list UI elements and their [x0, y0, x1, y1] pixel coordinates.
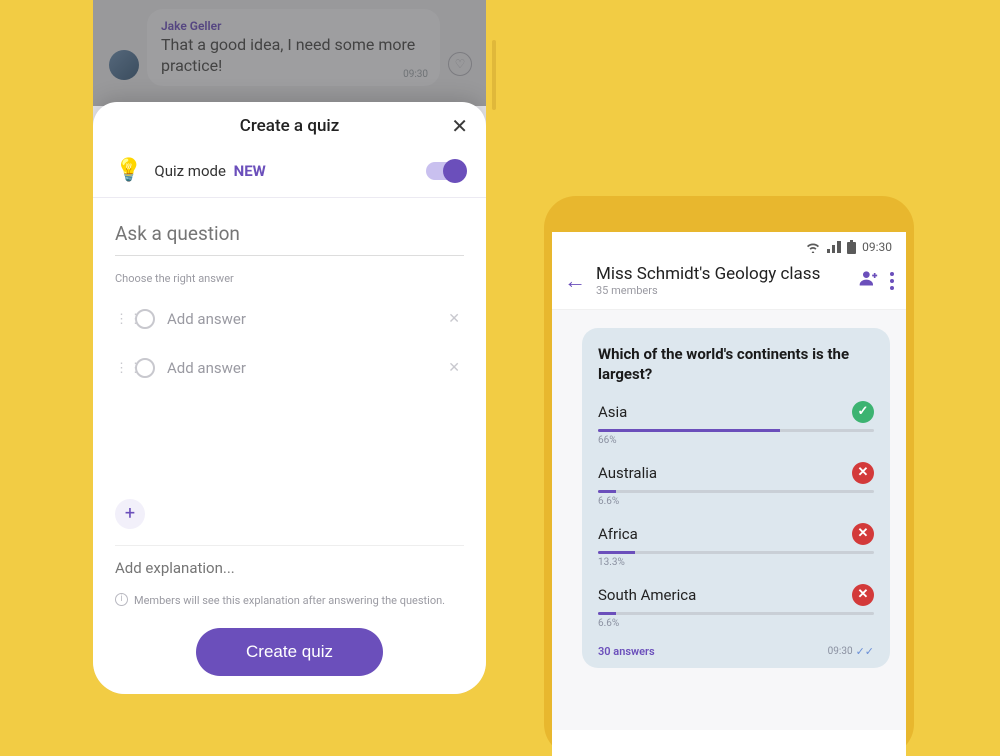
chat-title-block[interactable]: Miss Schmidt's Geology class 35 members	[596, 264, 848, 297]
explanation-section	[115, 545, 464, 577]
option-percent: 6.6%	[598, 618, 874, 629]
drag-handle-icon[interactable]: ⋮⋮	[115, 312, 127, 327]
question-input[interactable]	[115, 216, 464, 256]
phone-side-button	[492, 40, 496, 110]
battery-icon	[847, 240, 856, 254]
explanation-hint-text: Members will see this explanation after …	[134, 593, 445, 608]
phone-mockup-right: 09:30 ← Miss Schmidt's Geology class 35 …	[544, 196, 914, 756]
modal-header: Create a quiz ✕	[93, 102, 486, 148]
option-percent: 13.3%	[598, 557, 874, 568]
option-percent: 6.6%	[598, 496, 874, 507]
x-icon: ✕	[852, 523, 874, 545]
answer-row: ⋮⋮ Add answer ✕	[115, 344, 464, 393]
chat-body: Which of the world's continents is the l…	[552, 310, 906, 730]
chat-title: Miss Schmidt's Geology class	[596, 264, 848, 284]
option-bar	[598, 490, 874, 493]
choose-answer-hint: Choose the right answer	[115, 272, 464, 285]
option-label: Australia	[598, 464, 657, 482]
phone-screen-right: 09:30 ← Miss Schmidt's Geology class 35 …	[552, 232, 906, 756]
answer-input[interactable]: Add answer	[167, 310, 444, 328]
quiz-question-text: Which of the world's continents is the l…	[598, 344, 874, 385]
toggle-knob	[443, 159, 467, 183]
status-time: 09:30	[862, 240, 892, 254]
remove-answer-icon[interactable]: ✕	[444, 307, 464, 331]
modal-body: Choose the right answer ⋮⋮ Add answer ✕ …	[93, 198, 486, 485]
read-receipt-icon: ✓✓	[856, 645, 874, 658]
quiz-option[interactable]: Africa ✕ 13.3%	[598, 523, 874, 568]
quiz-option[interactable]: Asia ✓ 66%	[598, 401, 874, 446]
x-icon: ✕	[852, 462, 874, 484]
more-options-icon[interactable]	[890, 272, 894, 290]
option-label: Africa	[598, 525, 638, 543]
quiz-option[interactable]: South America ✕ 6.6%	[598, 584, 874, 629]
drag-handle-icon[interactable]: ⋮⋮	[115, 361, 127, 376]
option-label: South America	[598, 586, 696, 604]
add-answer-button[interactable]: +	[115, 499, 145, 529]
quiz-mode-text: Quiz mode	[154, 162, 229, 180]
quiz-mode-label: Quiz mode NEW	[154, 162, 265, 180]
phone-screen-left: the test? 09:29 Jake Geller That a good …	[93, 0, 486, 694]
correct-answer-radio[interactable]	[135, 358, 155, 378]
message-time: 09:30 ✓✓	[828, 645, 874, 658]
option-bar	[598, 429, 874, 432]
chat-header: ← Miss Schmidt's Geology class 35 member…	[552, 258, 906, 310]
quiz-footer: 30 answers 09:30 ✓✓	[598, 645, 874, 658]
quiz-options-list: Asia ✓ 66% Australia ✕ 6.6% Africa ✕ 13.3% South …	[598, 401, 874, 629]
quiz-mode-row: 💡 Quiz mode NEW	[93, 148, 486, 198]
answer-row: ⋮⋮ Add answer ✕	[115, 295, 464, 344]
answer-input[interactable]: Add answer	[167, 359, 444, 377]
quiz-mode-toggle[interactable]	[426, 162, 464, 180]
explanation-input[interactable]	[115, 559, 464, 577]
signal-icon	[827, 241, 841, 253]
quiz-message-card: Which of the world's continents is the l…	[582, 328, 890, 668]
explanation-hint: i Members will see this explanation afte…	[115, 593, 464, 608]
modal-backdrop	[93, 0, 486, 106]
chat-subtitle: 35 members	[596, 284, 848, 297]
answers-count[interactable]: 30 answers	[598, 645, 655, 658]
option-percent: 66%	[598, 435, 874, 446]
add-member-icon[interactable]	[858, 268, 878, 293]
option-bar	[598, 612, 874, 615]
status-bar: 09:30	[552, 232, 906, 258]
message-time-text: 09:30	[828, 646, 853, 657]
close-icon[interactable]: ✕	[451, 116, 468, 136]
new-badge: NEW	[234, 162, 266, 180]
info-icon: i	[115, 593, 128, 606]
wifi-icon	[805, 241, 821, 253]
x-icon: ✕	[852, 584, 874, 606]
quiz-option[interactable]: Australia ✕ 6.6%	[598, 462, 874, 507]
correct-answer-radio[interactable]	[135, 309, 155, 329]
modal-title: Create a quiz	[240, 116, 340, 136]
option-bar	[598, 551, 874, 554]
remove-answer-icon[interactable]: ✕	[444, 356, 464, 380]
check-icon: ✓	[852, 401, 874, 423]
option-label: Asia	[598, 403, 627, 421]
lightbulb-icon: 💡	[115, 158, 142, 183]
phone-mockup-left: the test? 09:29 Jake Geller That a good …	[87, 0, 492, 700]
create-quiz-modal: Create a quiz ✕ 💡 Quiz mode NEW Choose t…	[93, 102, 486, 694]
create-quiz-button[interactable]: Create quiz	[196, 628, 383, 676]
back-arrow-icon[interactable]: ←	[564, 268, 586, 294]
